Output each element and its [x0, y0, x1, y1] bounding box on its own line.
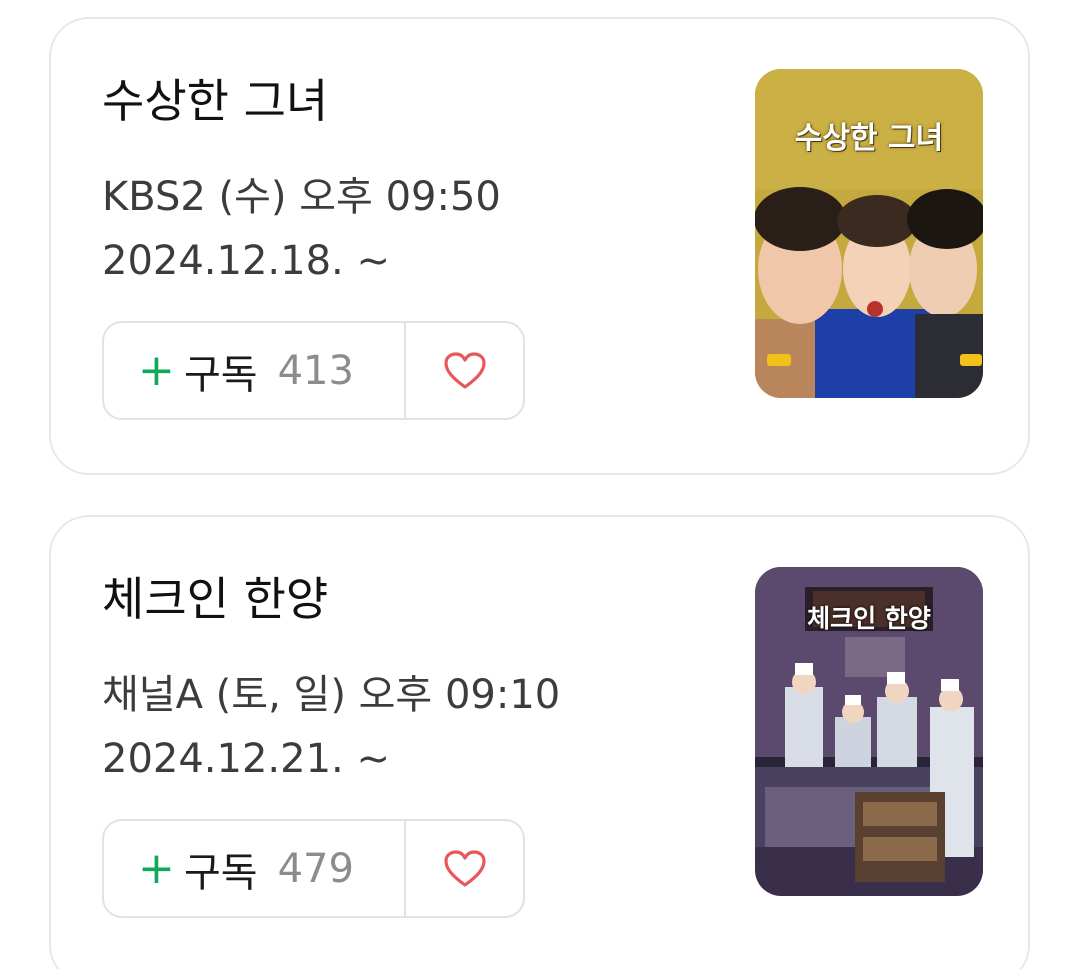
- start-date: 2024.12.18. ~: [102, 238, 390, 284]
- poster-title: 수상한 그녀: [794, 121, 944, 156]
- like-button[interactable]: [406, 323, 523, 418]
- broadcast-schedule: KBS2 (수) 오후 09:50: [102, 174, 501, 220]
- subscribe-button[interactable]: + 구독 413: [104, 323, 406, 418]
- subscribe-count: 413: [277, 347, 354, 394]
- action-group: + 구독 479: [102, 819, 525, 918]
- subscribe-label: 구독: [184, 849, 258, 896]
- subscribe-count: 479: [277, 845, 354, 892]
- program-list: 수상한 그녀 KBS2 (수) 오후 09:50 2024.12.18. ~ +…: [0, 0, 1080, 969]
- plus-icon: +: [138, 344, 175, 396]
- start-date: 2024.12.21. ~: [102, 736, 390, 782]
- program-title[interactable]: 수상한 그녀: [102, 71, 328, 131]
- program-meta: 채널A (토, 일) 오후 09:10 2024.12.21. ~: [102, 663, 560, 791]
- program-meta: KBS2 (수) 오후 09:50 2024.12.18. ~: [102, 165, 501, 293]
- plus-icon: +: [138, 842, 175, 894]
- like-button[interactable]: [406, 821, 523, 916]
- subscribe-label: 구독: [184, 351, 258, 398]
- program-card[interactable]: 체크인 한양 채널A (토, 일) 오후 09:10 2024.12.21. ~…: [49, 515, 1030, 969]
- program-title[interactable]: 체크인 한양: [102, 569, 328, 629]
- broadcast-schedule: 채널A (토, 일) 오후 09:10: [102, 672, 561, 718]
- program-poster[interactable]: 체크인 한양: [755, 567, 983, 896]
- action-group: + 구독 413: [102, 321, 525, 420]
- heart-icon: [443, 351, 487, 391]
- heart-icon: [443, 849, 487, 889]
- poster-title: 체크인 한양: [807, 604, 931, 633]
- program-poster[interactable]: 수상한 그녀: [755, 69, 983, 398]
- subscribe-button[interactable]: + 구독 479: [104, 821, 406, 916]
- program-card[interactable]: 수상한 그녀 KBS2 (수) 오후 09:50 2024.12.18. ~ +…: [49, 17, 1030, 475]
